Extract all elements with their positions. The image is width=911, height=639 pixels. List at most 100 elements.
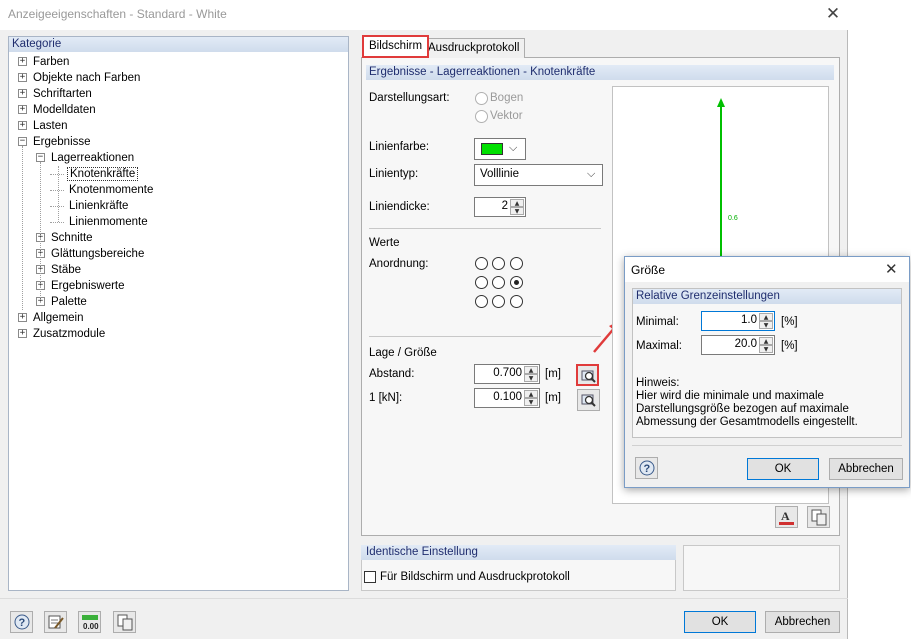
abstand-size-button[interactable] bbox=[576, 364, 599, 386]
tree-item[interactable]: − Ergebnisse bbox=[18, 134, 93, 150]
cancel-button[interactable]: Abbrechen bbox=[765, 611, 840, 633]
tree-item[interactable]: + Objekte nach Farben bbox=[18, 70, 142, 86]
expand-icon[interactable]: + bbox=[18, 57, 27, 67]
anordnung-option-5[interactable] bbox=[492, 276, 505, 289]
anordnung-option-9[interactable] bbox=[510, 295, 523, 308]
minimal-stepper[interactable]: 1.0 ▲ ▼ bbox=[701, 311, 775, 331]
divider bbox=[0, 598, 848, 599]
tree-item[interactable]: + Lasten bbox=[18, 118, 70, 134]
spin-up-icon[interactable]: ▲ bbox=[759, 337, 773, 345]
spin-up-icon[interactable]: ▲ bbox=[510, 199, 524, 207]
radio-vektor[interactable] bbox=[475, 110, 488, 123]
expand-icon[interactable]: + bbox=[18, 121, 27, 131]
tree-item[interactable]: + Zusatzmodule bbox=[18, 326, 107, 342]
dialog-cancel-button[interactable]: Abbrechen bbox=[829, 458, 903, 480]
anordnung-option-1[interactable] bbox=[475, 257, 488, 270]
tree-item[interactable]: Knotenmomente bbox=[50, 182, 155, 198]
tree-item-label: Schriftarten bbox=[33, 88, 92, 100]
maximal-stepper[interactable]: 20.0 ▲ ▼ bbox=[701, 335, 775, 355]
tree-item[interactable]: + Schnitte bbox=[36, 230, 95, 246]
tree-item[interactable]: Knotenkräfte bbox=[50, 166, 139, 182]
tree-item-label: Lasten bbox=[33, 120, 68, 132]
divider bbox=[632, 445, 902, 446]
tree-item-label: Knotenkräfte bbox=[67, 167, 139, 181]
help-icon: ? bbox=[14, 614, 30, 630]
tree-item[interactable]: + Modelldaten bbox=[18, 102, 98, 118]
copy-settings-button[interactable] bbox=[807, 506, 830, 528]
magnifier-icon bbox=[581, 370, 596, 383]
edit-button[interactable] bbox=[44, 611, 67, 633]
anordnung-option-6[interactable] bbox=[510, 276, 523, 289]
dialog-help-button[interactable]: ? bbox=[635, 457, 658, 479]
spin-down-icon[interactable]: ▼ bbox=[510, 207, 524, 215]
scale-stepper[interactable]: 0.100 ▲ ▼ bbox=[474, 388, 540, 408]
abstand-value: 0.700 bbox=[493, 367, 522, 379]
anordnung-option-8[interactable] bbox=[492, 295, 505, 308]
tree-guide bbox=[40, 162, 41, 302]
tree-item[interactable]: Linienmomente bbox=[50, 214, 150, 230]
tree-item[interactable]: Linienkräfte bbox=[50, 198, 130, 214]
font-color-button[interactable]: A bbox=[775, 506, 798, 528]
close-icon[interactable]: ✕ bbox=[885, 260, 898, 278]
linienfarbe-label: Linienfarbe: bbox=[369, 141, 430, 153]
spin-up-icon[interactable]: ▲ bbox=[759, 313, 773, 321]
expand-icon[interactable]: + bbox=[18, 73, 27, 83]
spin-down-icon[interactable]: ▼ bbox=[524, 398, 538, 406]
expand-icon[interactable]: + bbox=[18, 105, 27, 115]
tree-item[interactable]: − Lagerreaktionen bbox=[36, 150, 136, 166]
expand-icon[interactable]: + bbox=[18, 89, 27, 99]
tree-item[interactable]: + Glättungsbereiche bbox=[36, 246, 146, 262]
category-tree: Kategorie + Farben + Objekte nach Farben + Sc… bbox=[8, 36, 349, 591]
abstand-label: Abstand: bbox=[369, 368, 415, 380]
identisch-checkbox[interactable] bbox=[364, 571, 376, 583]
tree-header: Kategorie bbox=[9, 37, 348, 52]
liniendicke-label: Liniendicke: bbox=[369, 201, 430, 213]
copy-button[interactable] bbox=[113, 611, 136, 633]
svg-text:A: A bbox=[781, 509, 790, 523]
dialog-title-bar: Größe ✕ bbox=[625, 257, 909, 282]
hint-text: Hier wird die minimale und maximale Dars… bbox=[636, 390, 858, 428]
tab-ausdruckprotokoll[interactable]: Ausdruckprotokoll bbox=[422, 38, 526, 58]
anordnung-option-4[interactable] bbox=[475, 276, 488, 289]
tree-connector bbox=[50, 206, 64, 207]
tree-item-label: Zusatzmodule bbox=[33, 328, 106, 340]
radio-bogen[interactable] bbox=[475, 92, 488, 105]
tree-item[interactable]: + Palette bbox=[36, 294, 89, 310]
linienfarbe-picker[interactable]: ⌵ bbox=[474, 138, 526, 160]
chevron-down-icon: ⌵ bbox=[509, 141, 518, 154]
spin-down-icon[interactable]: ▼ bbox=[524, 374, 538, 382]
spin-down-icon[interactable]: ▼ bbox=[759, 321, 773, 329]
hint-title: Hinweis: bbox=[636, 377, 680, 389]
linientyp-value: Volllinie bbox=[480, 168, 519, 180]
expand-icon[interactable]: + bbox=[18, 313, 27, 323]
tree-item[interactable]: + Schriftarten bbox=[18, 86, 94, 102]
anordnung-option-2[interactable] bbox=[492, 257, 505, 270]
spin-up-icon[interactable]: ▲ bbox=[524, 366, 538, 374]
decimal-places-button[interactable]: 0.00 bbox=[78, 611, 101, 633]
anordnung-option-3[interactable] bbox=[510, 257, 523, 270]
magnifier-icon bbox=[581, 394, 596, 407]
divider bbox=[369, 336, 601, 337]
maximal-value: 20.0 bbox=[734, 338, 757, 350]
ok-button[interactable]: OK bbox=[684, 611, 756, 633]
abstand-stepper[interactable]: 0.700 ▲ ▼ bbox=[474, 364, 540, 384]
anordnung-option-7[interactable] bbox=[475, 295, 488, 308]
tab-bildschirm[interactable]: Bildschirm bbox=[362, 35, 430, 58]
expand-icon[interactable]: + bbox=[18, 329, 27, 339]
tree-item[interactable]: + Allgemein bbox=[18, 310, 86, 326]
spin-up-icon[interactable]: ▲ bbox=[524, 390, 538, 398]
tree-item-label: Schnitte bbox=[51, 232, 93, 244]
dialog-ok-button[interactable]: OK bbox=[747, 458, 819, 480]
tree-item[interactable]: + Stäbe bbox=[36, 262, 83, 278]
maximal-unit: [%] bbox=[781, 340, 798, 352]
scale-size-button[interactable] bbox=[577, 389, 600, 411]
tree-item-label: Farben bbox=[33, 56, 70, 68]
linientyp-select[interactable]: Volllinie ⌵ bbox=[474, 164, 603, 186]
spin-down-icon[interactable]: ▼ bbox=[759, 345, 773, 353]
groesse-dialog: Größe ✕ Relative Grenzeinstellungen Mini… bbox=[624, 256, 910, 488]
liniendicke-stepper[interactable]: 2 ▲ ▼ bbox=[474, 197, 526, 217]
help-button[interactable]: ? bbox=[10, 611, 33, 633]
tree-item[interactable]: + Ergebniswerte bbox=[36, 278, 127, 294]
close-icon[interactable]: ✕ bbox=[820, 3, 846, 25]
tree-item[interactable]: + Farben bbox=[18, 54, 71, 70]
